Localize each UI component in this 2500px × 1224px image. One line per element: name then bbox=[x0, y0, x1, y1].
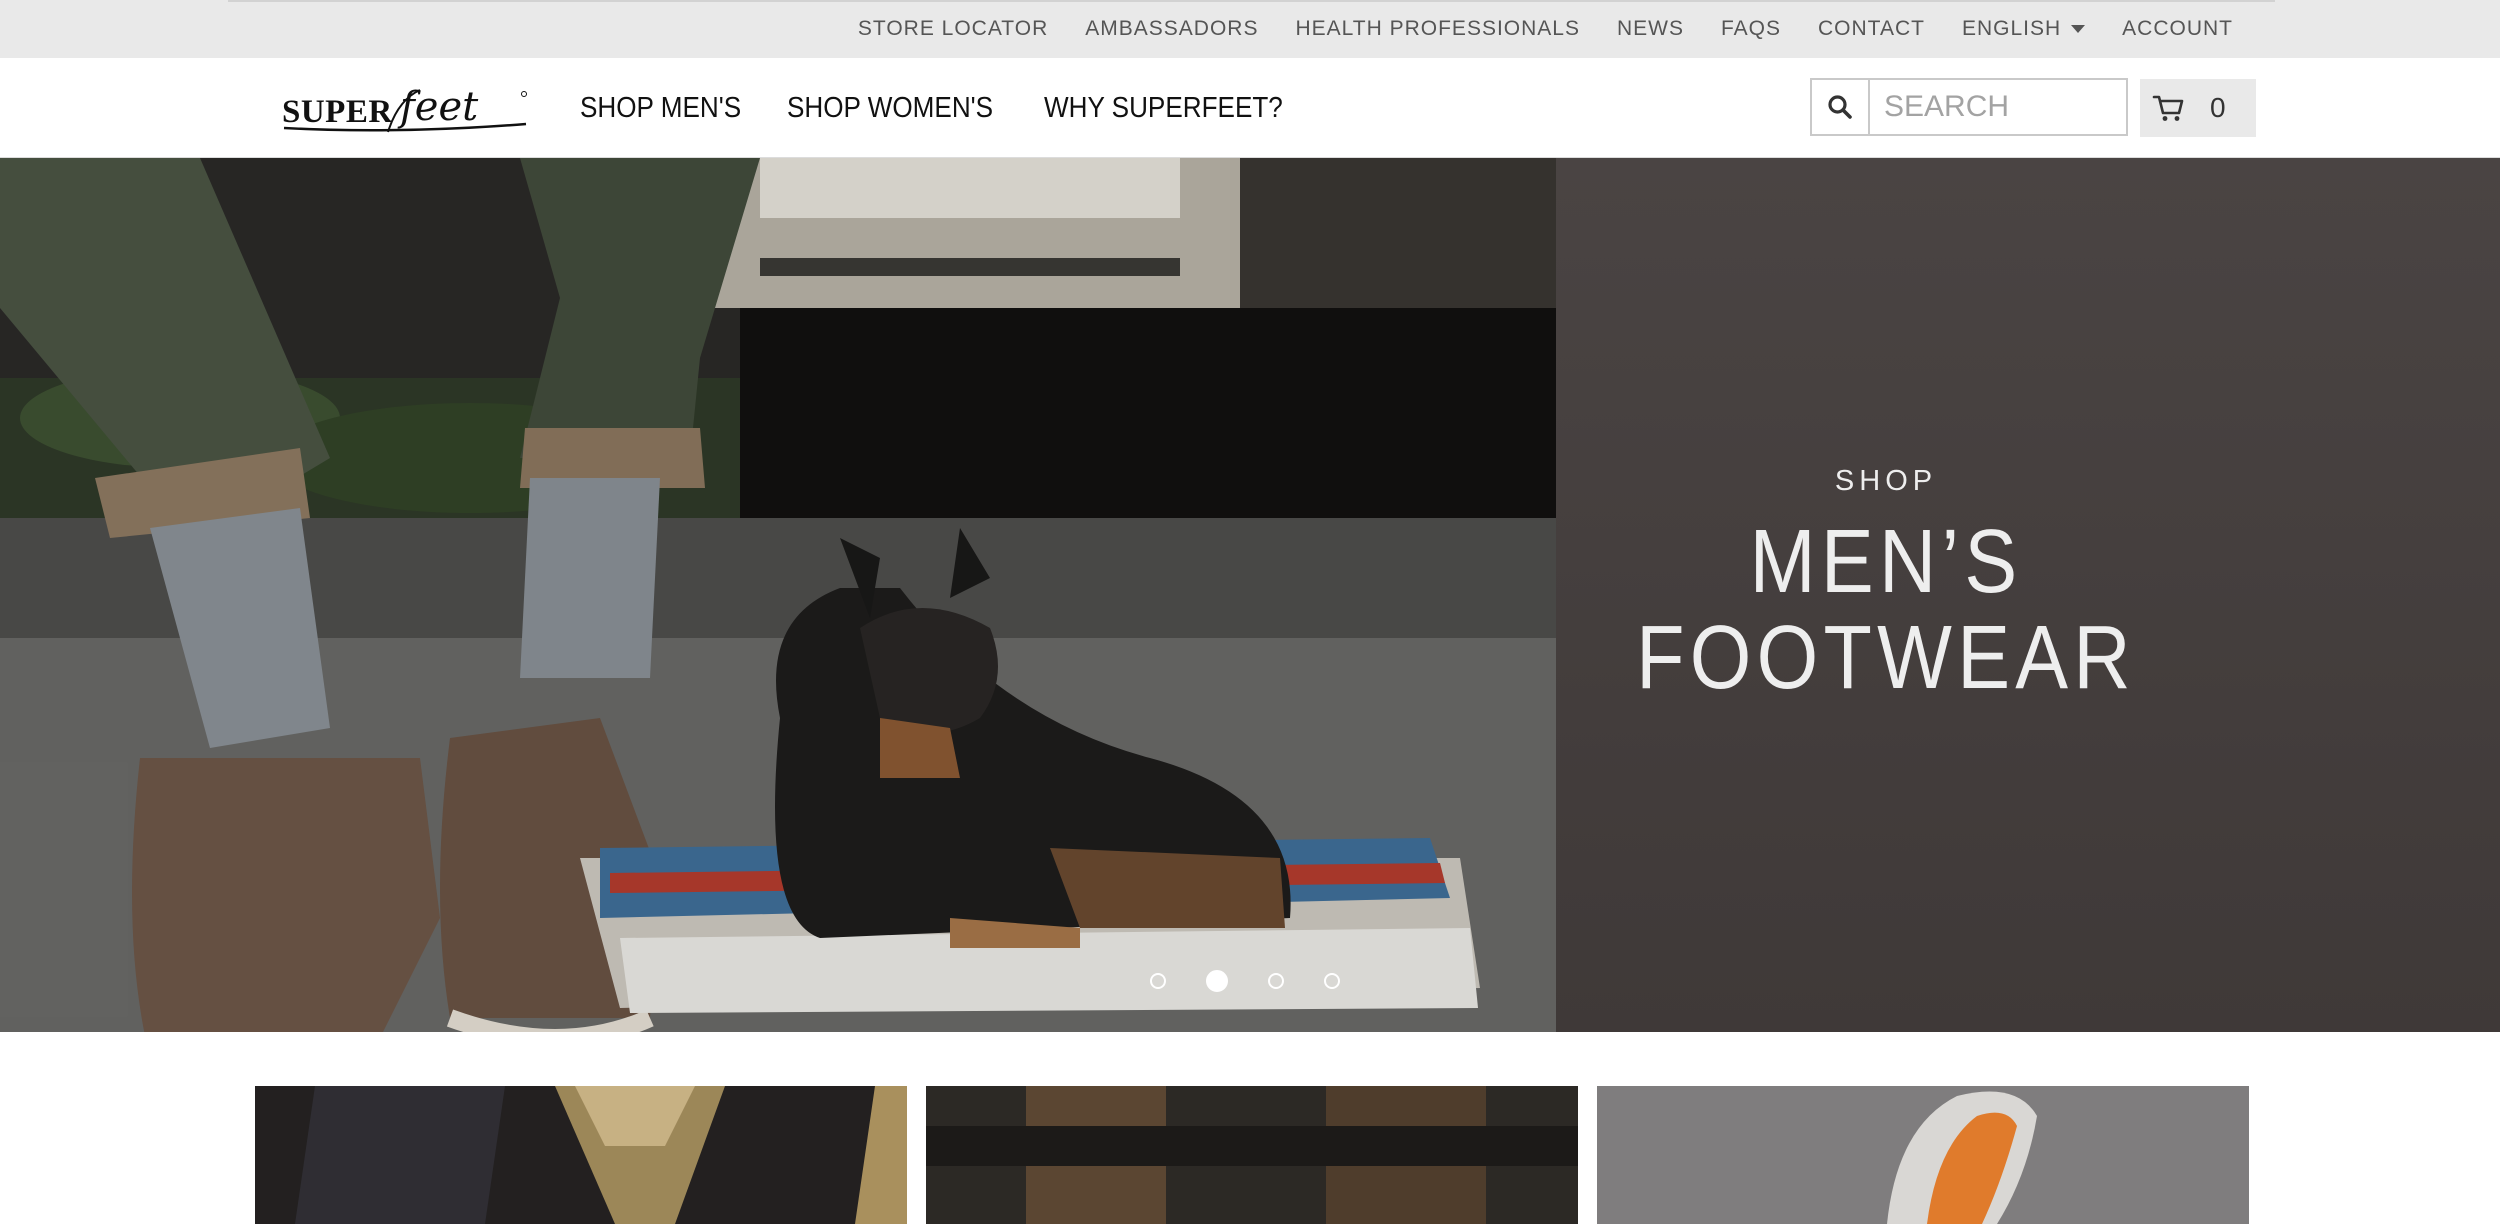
hero-banner[interactable]: SHOP MEN’S FOOTWEAR bbox=[0, 158, 2500, 1032]
promo-tile-1-image bbox=[255, 1086, 907, 1224]
cart-icon bbox=[2152, 93, 2186, 123]
language-label: ENGLISH bbox=[1961, 17, 2062, 40]
search-icon[interactable] bbox=[1812, 80, 1870, 134]
news-link[interactable]: NEWS bbox=[1617, 17, 1684, 41]
utility-bar: STORE LOCATOR AMBASSADORS HEALTH PROFESS… bbox=[0, 0, 2500, 58]
cart-button[interactable]: 0 bbox=[2140, 79, 2256, 137]
carousel-dots bbox=[1150, 970, 1340, 992]
search-box bbox=[1810, 78, 2128, 136]
store-locator-link[interactable]: STORE LOCATOR bbox=[858, 17, 1048, 41]
superfeet-logo[interactable]: SUPER feet bbox=[280, 80, 532, 138]
promo-tile-3-image bbox=[1597, 1086, 2249, 1224]
promo-tile-2[interactable] bbox=[926, 1086, 1578, 1224]
hero-title-line-2: FOOTWEAR bbox=[1636, 607, 2136, 708]
main-nav: SHOP MEN'S SHOP WOMEN'S WHY SUPERFEET? bbox=[580, 58, 1337, 158]
hero-title-line-1: MEN’S bbox=[1749, 511, 2023, 612]
svg-text:SUPER: SUPER bbox=[282, 94, 393, 130]
carousel-dot-4[interactable] bbox=[1324, 973, 1340, 989]
promo-tiles bbox=[255, 1086, 2250, 1224]
svg-text:feet: feet bbox=[397, 84, 479, 130]
hero-text[interactable]: SHOP MEN’S FOOTWEAR bbox=[1556, 158, 2216, 1032]
carousel-dot-1[interactable] bbox=[1150, 973, 1166, 989]
search-input[interactable] bbox=[1870, 81, 2126, 133]
carousel-dot-3[interactable] bbox=[1268, 973, 1284, 989]
promo-tile-2-image bbox=[926, 1086, 1578, 1224]
nav-why-superfeet[interactable]: WHY SUPERFEET? bbox=[1044, 92, 1283, 125]
cart-count: 0 bbox=[2210, 92, 2226, 123]
contact-link[interactable]: CONTACT bbox=[1818, 17, 1925, 41]
nav-shop-mens[interactable]: SHOP MEN'S bbox=[580, 92, 741, 125]
hero-eyebrow: SHOP bbox=[1834, 464, 1938, 497]
chevron-down-icon bbox=[2071, 25, 2086, 33]
utility-nav: STORE LOCATOR AMBASSADORS HEALTH PROFESS… bbox=[821, 0, 2233, 58]
health-professionals-link[interactable]: HEALTH PROFESSIONALS bbox=[1295, 17, 1580, 41]
carousel-dot-2[interactable] bbox=[1206, 970, 1228, 992]
faqs-link[interactable]: FAQS bbox=[1721, 17, 1781, 41]
ambassadors-link[interactable]: AMBASSADORS bbox=[1085, 17, 1258, 41]
nav-shop-womens[interactable]: SHOP WOMEN'S bbox=[787, 92, 993, 125]
main-header: SUPER feet SHOP MEN'S SHOP WOMEN'S WHY S… bbox=[0, 58, 2500, 158]
promo-tile-1[interactable] bbox=[255, 1086, 907, 1224]
hero-photo bbox=[0, 158, 1556, 1032]
promo-tile-3[interactable] bbox=[1597, 1086, 2249, 1224]
language-selector[interactable]: ENGLISH bbox=[1961, 17, 2086, 41]
account-link[interactable]: ACCOUNT bbox=[2122, 17, 2233, 41]
